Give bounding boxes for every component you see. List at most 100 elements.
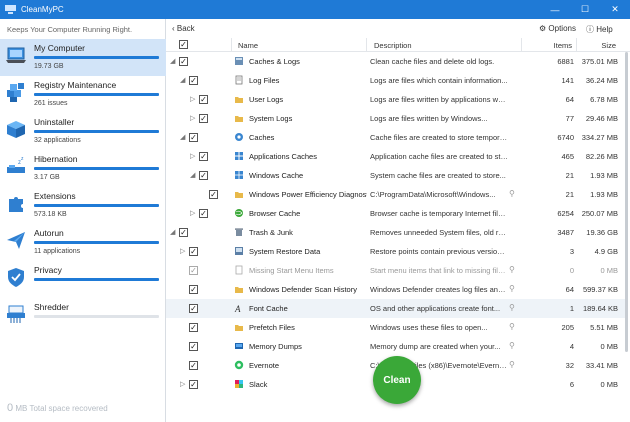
column-description[interactable]: Description xyxy=(374,41,412,50)
row-name: Trash & Junk xyxy=(249,228,293,237)
row-checkbox[interactable]: ✓ xyxy=(189,285,198,294)
table-row[interactable]: ✓ Windows Power Efficiency Diagnostic C:… xyxy=(166,185,626,204)
row-checkbox[interactable]: ✓ xyxy=(199,114,208,123)
magnifier-icon[interactable]: ⚲ xyxy=(509,189,515,198)
row-checkbox[interactable]: ✓ xyxy=(189,76,198,85)
table-row[interactable]: ✓ Missing Start Menu Items Start menu it… xyxy=(166,261,626,280)
row-size: 1.93 MB xyxy=(590,190,618,199)
sidebar-item-hibernation[interactable]: z z Hibernation 3.17 GB xyxy=(0,150,166,187)
column-name[interactable]: Name xyxy=(238,41,258,50)
row-checkbox[interactable]: ✓ xyxy=(189,342,198,351)
select-all-checkbox[interactable]: ✓ xyxy=(179,40,188,49)
table-row[interactable]: ▷ ✓ System Restore Data Restore points c… xyxy=(166,242,626,261)
expand-arrow-icon[interactable]: ▷ xyxy=(190,114,195,122)
sidebar-item-my-computer[interactable]: My Computer 19.73 GB xyxy=(0,39,166,76)
sidebar-item-sub: 19.73 GB xyxy=(34,63,64,70)
row-items: 21 xyxy=(565,171,574,180)
collapse-arrow-icon[interactable]: ◢ xyxy=(180,76,185,84)
row-size: 0 MB xyxy=(600,380,618,389)
paper-plane-icon xyxy=(7,232,25,249)
row-checkbox[interactable]: ✓ xyxy=(189,266,198,275)
column-size[interactable]: Size xyxy=(581,41,616,50)
magnifier-icon[interactable]: ⚲ xyxy=(509,360,515,369)
sidebar-item-privacy[interactable]: Privacy xyxy=(0,261,166,298)
row-checkbox[interactable]: ✓ xyxy=(199,152,208,161)
magnifier-icon[interactable]: ⚲ xyxy=(509,303,515,312)
magnifier-icon[interactable]: ⚲ xyxy=(509,341,515,350)
collapse-arrow-icon[interactable]: ◢ xyxy=(190,171,195,179)
row-items: 64 xyxy=(565,285,574,294)
table-row[interactable]: ◢ ✓ Caches Cache files are created to st… xyxy=(166,128,626,147)
row-checkbox[interactable]: ✓ xyxy=(189,133,198,142)
row-description: Restore points contain previous versions… xyxy=(370,247,508,256)
sidebar-item-uninstaller[interactable]: Uninstaller 32 applications xyxy=(0,113,166,150)
minimize-button[interactable]: — xyxy=(540,0,570,19)
column-items[interactable]: Items xyxy=(536,41,572,50)
folder-icon xyxy=(235,97,243,103)
table-row[interactable]: ✓ Memory Dumps Memory dump are created w… xyxy=(166,337,626,356)
row-checkbox[interactable]: ✓ xyxy=(189,380,198,389)
row-checkbox[interactable]: ✓ xyxy=(189,247,198,256)
row-checkbox[interactable]: ✓ xyxy=(189,323,198,332)
maximize-button[interactable]: ☐ xyxy=(570,0,600,19)
table-row[interactable]: ✓ Prefetch Files Windows uses these file… xyxy=(166,318,626,337)
row-name: System Logs xyxy=(249,114,293,123)
table-row[interactable]: ✓ Windows Defender Scan History Windows … xyxy=(166,280,626,299)
sidebar-item-registry-maintenance[interactable]: Registry Maintenance 261 issues xyxy=(0,76,166,113)
collapse-arrow-icon[interactable]: ◢ xyxy=(170,228,175,236)
expand-arrow-icon[interactable]: ▷ xyxy=(180,247,185,255)
table-row[interactable]: ▷ ✓ Applications Caches Application cach… xyxy=(166,147,626,166)
row-size: 33.41 MB xyxy=(585,361,618,370)
collapse-arrow-icon[interactable]: ◢ xyxy=(170,57,175,65)
row-description: Windows uses these files to open... xyxy=(370,323,488,332)
options-button[interactable]: ⚙ Options xyxy=(539,24,576,33)
row-checkbox[interactable]: ✓ xyxy=(179,57,188,66)
row-name: Caches xyxy=(249,133,275,142)
row-checkbox[interactable]: ✓ xyxy=(209,190,218,199)
row-checkbox[interactable]: ✓ xyxy=(199,209,208,218)
collapse-arrow-icon[interactable]: ◢ xyxy=(180,133,185,141)
table-row[interactable]: ◢ ✓ Windows Cache System cache files are… xyxy=(166,166,626,185)
table-row[interactable]: ▷ ✓ Browser Cache Browser cache is tempo… xyxy=(166,204,626,223)
table-row[interactable]: ◢ ✓ Log Files Logs are files which conta… xyxy=(166,71,626,90)
row-size: 0 MB xyxy=(600,342,618,351)
back-button[interactable]: ‹ Back xyxy=(172,24,195,33)
row-checkbox[interactable]: ✓ xyxy=(199,95,208,104)
expand-arrow-icon[interactable]: ▷ xyxy=(190,95,195,103)
vertical-scrollbar[interactable] xyxy=(624,52,629,404)
evernote-icon xyxy=(234,360,244,370)
memory-dump-icon xyxy=(235,343,243,349)
row-checkbox[interactable]: ✓ xyxy=(199,171,208,180)
row-description: C:\ProgramData\Microsoft\Windows... xyxy=(370,190,496,199)
scrollbar-thumb[interactable] xyxy=(625,52,628,352)
expand-arrow-icon[interactable]: ▷ xyxy=(190,209,195,217)
magnifier-icon[interactable]: ⚲ xyxy=(509,265,515,274)
row-items: 3487 xyxy=(557,228,574,237)
sidebar: Keeps Your Computer Running Right. My Co… xyxy=(0,19,166,422)
row-checkbox[interactable]: ✓ xyxy=(189,304,198,313)
row-name: Browser Cache xyxy=(249,209,301,218)
tagline: Keeps Your Computer Running Right. xyxy=(7,25,133,34)
help-button[interactable]: ⓘ Help xyxy=(586,24,613,35)
registry-cubes-icon xyxy=(7,83,24,102)
magnifier-icon[interactable]: ⚲ xyxy=(509,322,515,331)
table-row[interactable]: ▷ ✓ System Logs Logs are files written b… xyxy=(166,109,626,128)
magnifier-icon[interactable]: ⚲ xyxy=(509,284,515,293)
sidebar-item-extensions[interactable]: Extensions 573.18 KB xyxy=(0,187,166,224)
table-row[interactable]: ▷ ✓ User Logs Logs are files written by … xyxy=(166,90,626,109)
expand-arrow-icon[interactable]: ▷ xyxy=(180,380,185,388)
row-name: Slack xyxy=(249,380,268,389)
expand-arrow-icon[interactable]: ▷ xyxy=(190,152,195,160)
table-row[interactable]: ✓ A Font Cache OS and other applications… xyxy=(166,299,626,318)
row-checkbox[interactable]: ✓ xyxy=(179,228,188,237)
table-row[interactable]: ◢ ✓ Caches & Logs Clean cache files and … xyxy=(166,52,626,71)
row-name: Memory Dumps xyxy=(249,342,302,351)
row-checkbox[interactable]: ✓ xyxy=(189,361,198,370)
sidebar-item-autorun[interactable]: Autorun 11 applications xyxy=(0,224,166,261)
sidebar-item-shredder[interactable]: Shredder xyxy=(0,298,166,335)
browser-globe-icon xyxy=(235,209,243,217)
sidebar-item-sub: 11 applications xyxy=(34,248,81,255)
clean-button[interactable]: Clean xyxy=(373,356,421,404)
table-row[interactable]: ◢ ✓ Trash & Junk Removes unneeded System… xyxy=(166,223,626,242)
close-button[interactable]: ✕ xyxy=(600,0,630,19)
